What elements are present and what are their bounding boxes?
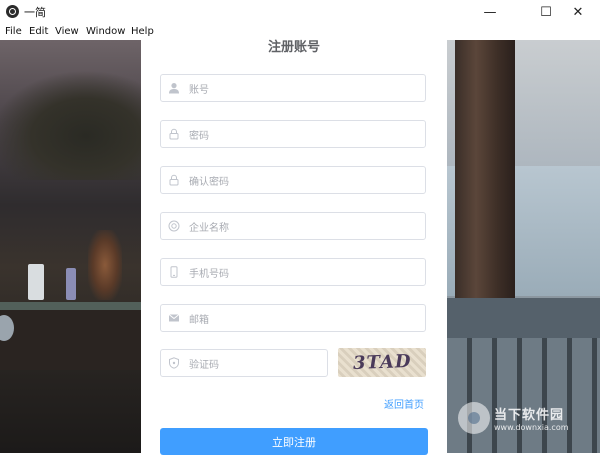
captcha-image[interactable]: 3TAD xyxy=(338,348,426,377)
phone-placeholder: 手机号码 xyxy=(189,268,229,280)
phone-icon xyxy=(167,265,181,279)
wooden-post xyxy=(455,40,515,300)
watermark-en: www.downxia.com xyxy=(494,423,569,432)
watermark: 当下软件园 www.downxia.com xyxy=(458,398,588,438)
watermark-logo-icon xyxy=(458,402,490,434)
bottle-shape xyxy=(66,268,76,300)
building-icon xyxy=(167,219,181,233)
cup-shape xyxy=(28,264,44,300)
bench-rail xyxy=(447,298,600,338)
menu-view[interactable]: View xyxy=(55,26,79,37)
tree-silhouette xyxy=(0,70,141,180)
register-form: 注册账号 账号 密码 确认密码 企业名称 手机号码 邮箱 验证码 3TAD 返回… xyxy=(141,40,447,455)
account-input[interactable]: 账号 xyxy=(160,74,426,102)
confirm-password-placeholder: 确认密码 xyxy=(189,176,229,188)
email-input[interactable]: 邮箱 xyxy=(160,304,426,332)
company-name-placeholder: 企业名称 xyxy=(189,222,229,234)
user-icon xyxy=(167,81,181,95)
close-button[interactable]: ✕ xyxy=(556,0,600,24)
shield-icon xyxy=(167,356,181,370)
password-input[interactable]: 密码 xyxy=(160,120,426,148)
captcha-text: 3TAD xyxy=(352,350,412,375)
lamp-glow xyxy=(88,230,122,300)
lock-icon xyxy=(167,173,181,187)
form-title: 注册账号 xyxy=(267,40,320,55)
company-name-input[interactable]: 企业名称 xyxy=(160,212,426,240)
lock-icon xyxy=(167,127,181,141)
account-placeholder: 账号 xyxy=(189,84,209,96)
title-bar: 一简 — ☐ ✕ xyxy=(0,0,600,24)
app-logo-icon xyxy=(6,5,19,18)
background-photo-left xyxy=(0,40,141,453)
menu-window[interactable]: Window xyxy=(86,26,125,37)
window-title: 一简 xyxy=(24,6,46,19)
phone-input[interactable]: 手机号码 xyxy=(160,258,426,286)
background-photo-right xyxy=(447,40,600,453)
captcha-placeholder: 验证码 xyxy=(189,359,219,371)
menu-edit[interactable]: Edit xyxy=(29,26,48,37)
register-button[interactable]: 立即注册 xyxy=(160,428,428,455)
mail-icon xyxy=(167,311,181,325)
captcha-input[interactable]: 验证码 xyxy=(160,349,328,377)
password-placeholder: 密码 xyxy=(189,130,209,142)
watermark-text: 当下软件园 www.downxia.com xyxy=(494,404,569,432)
minimize-button[interactable]: — xyxy=(468,0,512,24)
email-placeholder: 邮箱 xyxy=(189,314,209,326)
watermark-cn: 当下软件园 xyxy=(494,408,565,423)
confirm-password-input[interactable]: 确认密码 xyxy=(160,166,426,194)
menu-file[interactable]: File xyxy=(5,26,22,37)
table-shape xyxy=(0,310,141,370)
back-home-link[interactable]: 返回首页 xyxy=(384,396,424,411)
tray-shape xyxy=(0,302,141,310)
